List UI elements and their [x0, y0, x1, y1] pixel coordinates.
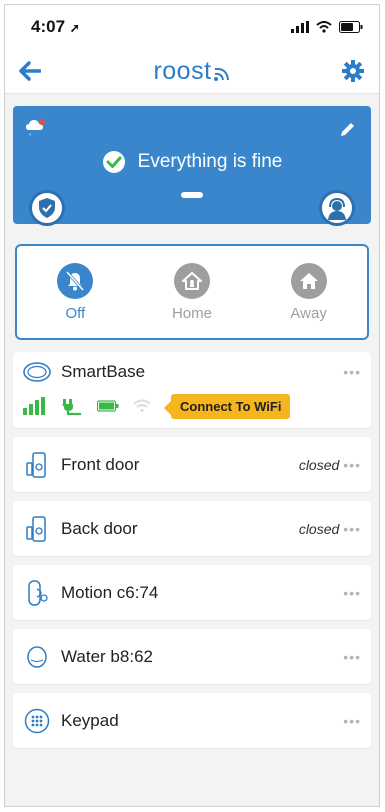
shield-check-icon — [39, 198, 55, 218]
more-options-button[interactable]: ••• — [343, 649, 361, 665]
app-frame: 4:07 ➚ roost ° Everything is fine Off Ho… — [4, 4, 380, 807]
mode-label: Away — [290, 304, 327, 322]
support-agent-icon — [328, 197, 346, 220]
more-options-button[interactable]: ••• — [343, 457, 361, 473]
motion-sensor-icon — [28, 579, 48, 606]
connect-wifi-button[interactable]: Connect To WiFi — [163, 393, 291, 419]
location-arrow-icon: ➚ — [69, 21, 80, 35]
mode-selector: Off Home Away — [15, 244, 369, 340]
more-options-button[interactable]: ••• — [343, 364, 361, 380]
power-plug-icon — [62, 399, 81, 416]
device-row-keypad[interactable]: Keypad ••• — [13, 693, 371, 748]
device-state: closed — [298, 456, 340, 473]
logo-signal-icon — [213, 67, 229, 81]
mode-away-button[interactable]: Away — [264, 262, 354, 322]
door-sensor-icon — [26, 515, 46, 542]
status-icons — [291, 21, 363, 33]
status-message: Everything is fine — [13, 150, 371, 174]
svg-text:°: ° — [29, 134, 32, 140]
device-row-water[interactable]: Water b8:62 ••• — [13, 629, 371, 684]
weather-icon: ° — [26, 119, 45, 140]
page-indicator — [181, 192, 203, 198]
mode-label: Home — [171, 304, 212, 322]
status-time: 4:07 ➚ — [31, 17, 80, 36]
back-arrow-icon[interactable] — [19, 61, 41, 81]
settings-gear-icon[interactable] — [341, 59, 365, 83]
bell-off-icon — [66, 270, 85, 291]
device-row-front-door[interactable]: Front door closed ••• — [13, 437, 371, 492]
more-options-button[interactable]: ••• — [343, 713, 361, 729]
device-state: closed — [298, 520, 340, 537]
house-icon — [299, 272, 318, 289]
signal-icon — [291, 21, 309, 33]
more-options-button[interactable]: ••• — [343, 585, 361, 601]
device-name: Back door — [61, 518, 138, 538]
roost-logo: roost — [153, 57, 229, 86]
battery-icon — [339, 21, 363, 33]
door-sensor-icon — [26, 451, 46, 478]
keypad-icon — [24, 708, 50, 733]
device-name: Water b8:62 — [61, 646, 153, 666]
edit-pencil-icon[interactable] — [339, 120, 357, 138]
checkmark-circle-icon — [102, 151, 125, 173]
home-shield-icon — [181, 271, 202, 290]
smartbase-row[interactable]: SmartBase ••• Connect To WiFi — [13, 352, 371, 428]
device-name: Motion c6:74 — [61, 582, 159, 602]
mode-off-button[interactable]: Off — [30, 262, 120, 322]
smartbase-device-icon — [23, 362, 51, 382]
system-status-card: ° Everything is fine — [13, 106, 371, 226]
device-name: Front door — [61, 454, 140, 474]
more-options-button[interactable]: ••• — [343, 521, 361, 537]
battery-level-icon — [97, 400, 119, 412]
signal-strength-icon — [23, 397, 45, 415]
mode-label: Off — [65, 304, 86, 322]
device-name: SmartBase — [61, 362, 146, 381]
status-bar: 4:07 ➚ — [5, 5, 379, 49]
security-shield-button[interactable] — [29, 190, 65, 226]
wifi-status-icon — [316, 21, 332, 33]
device-name: Keypad — [61, 710, 119, 730]
mode-home-button[interactable]: Home — [147, 262, 237, 322]
water-sensor-icon — [27, 645, 47, 668]
device-row-motion[interactable]: Motion c6:74 ••• — [13, 565, 371, 620]
device-list: SmartBase ••• Connect To WiFi Front door… — [5, 352, 379, 748]
support-agent-button[interactable] — [319, 190, 355, 226]
nav-bar: roost — [5, 49, 379, 94]
wifi-disconnected-icon — [133, 399, 151, 413]
device-row-back-door[interactable]: Back door closed ••• — [13, 501, 371, 556]
